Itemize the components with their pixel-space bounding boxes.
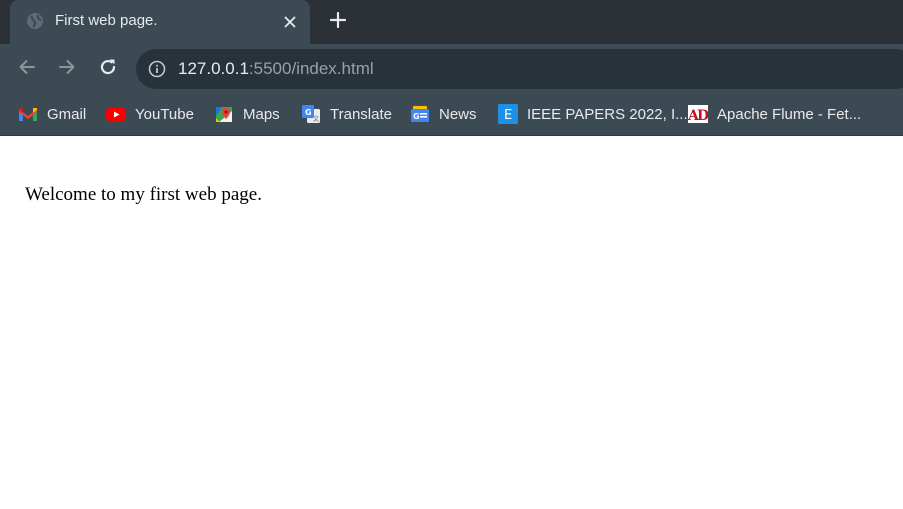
forward-button[interactable] [52, 54, 82, 84]
address-bar[interactable]: 127.0.0.1:5500/index.html [136, 49, 903, 89]
svg-text:G: G [413, 112, 420, 121]
tab-active[interactable]: First web page. [10, 0, 310, 44]
url-path: :5500/index.html [248, 59, 374, 78]
arrow-left-icon [18, 58, 36, 81]
url-host: 127.0.0.1 [178, 59, 249, 78]
bookmark-translate[interactable]: G 文 Translate [301, 102, 392, 126]
ieee-e-icon: E [498, 104, 518, 124]
bookmark-news[interactable]: G News [410, 102, 477, 126]
plus-icon [329, 11, 347, 33]
tab-title: First web page. [55, 12, 158, 29]
svg-text:文: 文 [313, 115, 319, 123]
globe-icon [26, 12, 44, 30]
translate-icon: G 文 [301, 104, 321, 124]
bookmark-label: Translate [330, 105, 392, 123]
bookmark-label: IEEE PAPERS 2022, I... [527, 105, 688, 123]
bookmark-youtube[interactable]: YouTube [106, 102, 194, 126]
reload-icon [98, 57, 118, 82]
welcome-text: Welcome to my first web page. [25, 184, 262, 205]
tab-strip: First web page. [0, 0, 903, 44]
news-icon: G [410, 104, 430, 124]
bookmark-ieee-papers[interactable]: E IEEE PAPERS 2022, I... [498, 102, 688, 126]
maps-icon [214, 104, 234, 124]
bookmark-label: Maps [243, 105, 280, 123]
bookmark-gmail[interactable]: Gmail [18, 102, 86, 126]
bookmarks-bar: Gmail YouTube Maps G 文 Translate G News … [0, 94, 903, 136]
url-text: 127.0.0.1:5500/index.html [178, 59, 374, 79]
page-content: Welcome to my first web page. [0, 136, 903, 509]
close-icon[interactable] [279, 11, 301, 33]
new-tab-button[interactable] [324, 8, 352, 36]
info-icon[interactable] [148, 60, 166, 78]
arrow-right-icon [58, 58, 76, 81]
back-button[interactable] [12, 54, 42, 84]
browser-window: First web page. 127.0.0.1:5500/index.htm… [0, 0, 903, 509]
bookmark-label: Gmail [47, 105, 87, 123]
gmail-icon [18, 104, 38, 124]
bookmark-maps[interactable]: Maps [214, 102, 280, 126]
svg-text:E: E [504, 108, 512, 123]
youtube-icon [106, 104, 126, 124]
bookmark-label: News [439, 105, 477, 123]
bookmark-label: YouTube [135, 105, 194, 123]
bookmark-label: Apache Flume - Fet... [717, 105, 862, 123]
toolbar: 127.0.0.1:5500/index.html [0, 44, 903, 94]
svg-text:D: D [697, 108, 708, 124]
bookmark-apache-flume[interactable]: A D Apache Flume - Fet... [687, 102, 862, 126]
reload-button[interactable] [93, 54, 123, 84]
svg-text:G: G [305, 108, 312, 117]
ad-icon: A D [687, 104, 709, 124]
